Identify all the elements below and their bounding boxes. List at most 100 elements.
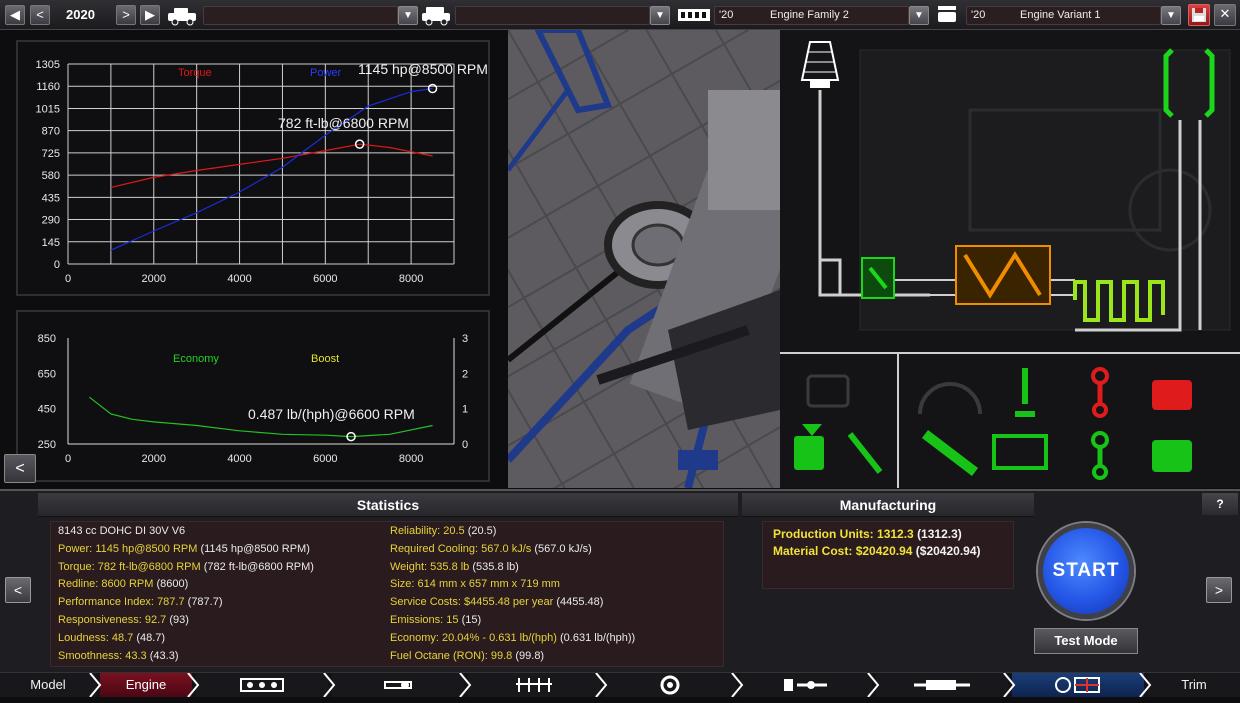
stat-paren: (43.3) bbox=[149, 649, 179, 662]
conrod-red-icon[interactable] bbox=[1091, 367, 1109, 418]
left-arrow-icon: < bbox=[15, 460, 25, 477]
stat-row: Required Cooling: 567.0 kJ/s (567.0 kJ/s… bbox=[390, 543, 592, 555]
start-button[interactable]: START bbox=[1038, 523, 1134, 619]
ignition-icon[interactable] bbox=[794, 424, 824, 470]
stat-label: Loudness: bbox=[58, 631, 109, 644]
nav-tab-engine[interactable]: Engine bbox=[100, 673, 192, 697]
spark-plug-icon[interactable] bbox=[847, 432, 883, 474]
left-arrow-icon: < bbox=[13, 582, 23, 598]
stat-paren: (782 ft-lb@6800 RPM) bbox=[203, 560, 314, 573]
nav-tab-aspiration[interactable] bbox=[468, 673, 600, 697]
y-tick-label: 1015 bbox=[36, 103, 60, 115]
gauge-icon[interactable] bbox=[918, 382, 982, 415]
cam-icon[interactable] bbox=[992, 434, 1048, 470]
x-tick-label: 2000 bbox=[142, 273, 166, 285]
material-cost-row: Material Cost: $20420.94 ($20420.94) bbox=[773, 544, 981, 558]
save-icon bbox=[1192, 8, 1206, 22]
legend-torque: Torque bbox=[178, 67, 212, 79]
y2-tick-label: 3 bbox=[462, 333, 468, 345]
nav-tab-top-end[interactable] bbox=[332, 673, 464, 697]
nav-tab-exhaust[interactable] bbox=[876, 673, 1008, 697]
production-units-row: Production Units: 1312.3 (1312.3) bbox=[773, 527, 962, 541]
close-button[interactable]: ✕ bbox=[1214, 4, 1236, 26]
legend-boost: Boost bbox=[311, 353, 339, 365]
engine-variant-select[interactable]: '20 Engine Variant 1 bbox=[966, 6, 1161, 25]
stat-paren: (535.8 lb) bbox=[472, 560, 519, 573]
crankshaft-icon bbox=[384, 681, 412, 689]
year-label: 2020 bbox=[66, 7, 95, 22]
model-family-select[interactable] bbox=[203, 6, 398, 25]
torque-series-line bbox=[110, 143, 433, 188]
stat-label: Weight: bbox=[390, 560, 428, 573]
y-tick-label: 1160 bbox=[36, 81, 60, 93]
stat-row: Responsiveness: 92.7 (93) bbox=[58, 614, 189, 626]
nav-tab-trim[interactable]: Trim bbox=[1148, 673, 1240, 697]
valve-icon[interactable] bbox=[1015, 368, 1035, 417]
engine-family-select[interactable]: '20 Engine Family 2 bbox=[714, 6, 909, 25]
stat-value: 787.7 bbox=[157, 596, 185, 609]
nav-chevron-icon bbox=[1003, 673, 1016, 697]
manufacturing-header: Manufacturing bbox=[742, 493, 1034, 517]
valvetrain-icon bbox=[516, 678, 552, 692]
stat-paren: (48.7) bbox=[136, 631, 166, 644]
engine-check-icon[interactable] bbox=[806, 374, 850, 408]
model-family-dropdown-button[interactable]: ▼ bbox=[398, 6, 418, 25]
test-mode-button[interactable]: Test Mode bbox=[1034, 628, 1138, 654]
engine-3d-view[interactable] bbox=[508, 30, 780, 488]
stat-paren: (0.631 lb/(hph)) bbox=[560, 631, 636, 644]
y-tick-label: 290 bbox=[42, 215, 60, 227]
year-next-button[interactable]: > bbox=[116, 5, 136, 25]
engine-description: 8143 cc DOHC DI 30V V6 bbox=[58, 525, 186, 537]
engine-variant-dropdown-button[interactable]: ▼ bbox=[1161, 6, 1181, 25]
x-tick-label: 0 bbox=[65, 273, 71, 285]
year-prev-button[interactable]: ◀ bbox=[5, 5, 25, 25]
x-tick-label: 4000 bbox=[227, 453, 251, 465]
nav-chevron-icon bbox=[731, 673, 744, 697]
save-button[interactable] bbox=[1188, 4, 1210, 26]
stat-label: Reliability: bbox=[390, 525, 441, 537]
stat-row: Emissions: 15 (15) bbox=[390, 614, 481, 626]
help-button[interactable]: ? bbox=[1202, 493, 1238, 515]
y-tick-label: 725 bbox=[42, 148, 60, 160]
stat-row: Smoothness: 43.3 (43.3) bbox=[58, 650, 179, 662]
y-tick-label: 850 bbox=[38, 333, 56, 345]
stat-row: Fuel Octane (RON): 99.8 (99.8) bbox=[390, 650, 544, 662]
wrench-tools-icon[interactable] bbox=[921, 430, 979, 476]
year-next-fast-button[interactable]: ▶ bbox=[140, 5, 160, 25]
engine-family-dropdown-button[interactable]: ▼ bbox=[909, 6, 929, 25]
stat-label: Required Cooling: bbox=[390, 542, 479, 555]
stats-prev-button[interactable]: < bbox=[5, 577, 31, 603]
stat-row: Weight: 535.8 lb (535.8 lb) bbox=[390, 561, 519, 573]
nav-tab-turbo[interactable] bbox=[604, 673, 736, 697]
stat-row: Size: 614 mm x 657 mm x 719 mm bbox=[390, 578, 560, 590]
y-tick-label: 580 bbox=[42, 170, 60, 182]
engine-block-icon bbox=[678, 9, 710, 21]
throttle-body-icon[interactable] bbox=[861, 257, 895, 299]
engine-render bbox=[508, 30, 780, 488]
economy-graph: 850 650 450 250 3 2 1 0 0 2000 4000 6000 8000 Econ… bbox=[38, 333, 468, 465]
conrod-green-icon[interactable] bbox=[1091, 431, 1109, 480]
back-arrow-button[interactable]: < bbox=[4, 454, 36, 483]
air-filter-icon[interactable] bbox=[800, 41, 840, 88]
trim-select[interactable] bbox=[455, 6, 650, 25]
stat-label: Power: bbox=[58, 542, 93, 555]
nav-tab-fuel-system[interactable] bbox=[740, 673, 872, 697]
y-tick-label: 650 bbox=[38, 368, 56, 380]
stat-row: Power: 1145 hp@8500 RPM (1145 hp@8500 RP… bbox=[58, 543, 310, 555]
nav-chevron-icon bbox=[323, 673, 336, 697]
piston-red-icon[interactable] bbox=[1152, 380, 1192, 410]
stats-next-button[interactable]: > bbox=[1206, 577, 1232, 603]
year-prev-fast-button[interactable]: < bbox=[30, 5, 50, 25]
stat-row: Performance Index: 787.7 (787.7) bbox=[58, 596, 223, 608]
economy-graph-panel: 850 650 450 250 3 2 1 0 0 2000 4000 6000 8000 Econ… bbox=[16, 310, 490, 482]
stat-paren: (93) bbox=[169, 614, 189, 626]
piston-green-icon[interactable] bbox=[1152, 440, 1192, 472]
nav-tab-bottom-end[interactable] bbox=[196, 673, 328, 697]
x-tick-label: 4000 bbox=[227, 273, 251, 285]
stat-value: $4455.48 per year bbox=[463, 596, 554, 609]
trim-dropdown-button[interactable]: ▼ bbox=[650, 6, 670, 25]
intake-manifold-icon[interactable] bbox=[955, 245, 1051, 305]
nav-tab-engine-test[interactable] bbox=[1012, 673, 1144, 697]
nav-tab-model[interactable]: Model bbox=[0, 673, 96, 697]
close-icon: ✕ bbox=[1219, 6, 1231, 21]
